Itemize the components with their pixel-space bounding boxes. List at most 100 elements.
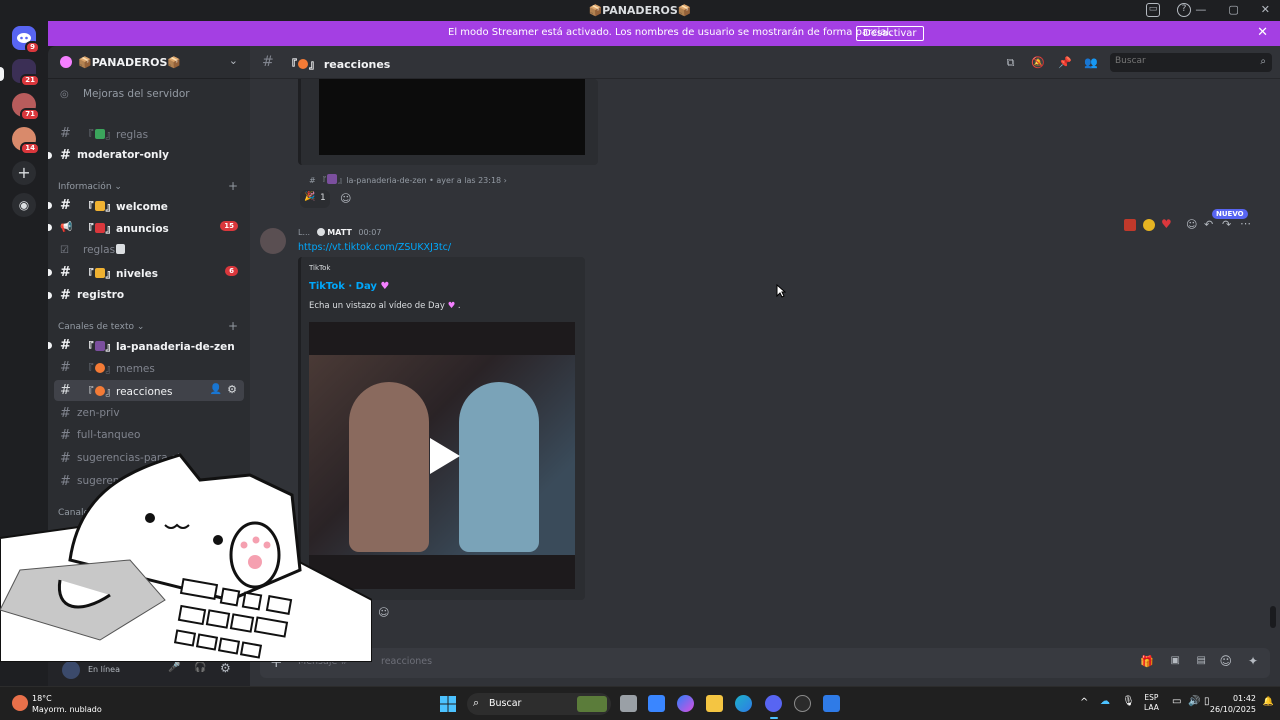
server-icon-panaderos[interactable]: 21	[12, 59, 40, 87]
avatar[interactable]	[62, 661, 80, 679]
headset-icon[interactable]: 🎧	[194, 662, 206, 673]
sticker-icon[interactable]: ▤	[1197, 655, 1206, 666]
server-boosts[interactable]: ◎ Mejoras del servidor	[54, 84, 244, 105]
category-informacion[interactable]: Información ⌄	[58, 182, 122, 192]
avatar[interactable]	[260, 228, 286, 254]
user-settings-gear-icon[interactable]: ⚙	[220, 661, 231, 675]
minimize-icon[interactable]: —	[1195, 3, 1206, 16]
home-discord-icon[interactable]: 9	[12, 26, 40, 54]
help-icon[interactable]: ?	[1177, 3, 1191, 17]
network-icon[interactable]: ▭	[1172, 696, 1181, 707]
apps-icon[interactable]: ✦	[1248, 654, 1258, 668]
hash-icon: #	[60, 383, 71, 398]
file-explorer-icon[interactable]	[706, 695, 723, 712]
battery-icon[interactable]: ▯	[1204, 696, 1210, 707]
channel-memes[interactable]: # 『』memes	[54, 357, 244, 378]
channel-reacciones[interactable]: # 『』reacciones 👤 ⚙	[54, 380, 244, 401]
more-icon[interactable]: ⋯	[1240, 217, 1251, 230]
server-header[interactable]: 📦PANADEROS📦 ⌄	[48, 46, 250, 79]
threads-icon[interactable]: ⧉	[1004, 56, 1017, 69]
chevron-up-icon[interactable]: ^	[1080, 697, 1088, 708]
weather-widget[interactable]: 18°C Mayorm. nublado	[32, 693, 102, 715]
message-author[interactable]: L... MATT 00:07	[298, 228, 381, 237]
add-channel-icon[interactable]: +	[228, 179, 238, 193]
hash-icon: #	[60, 126, 71, 141]
channel-full-tanqueo[interactable]: # full-tanqueo	[54, 425, 244, 446]
reaction-emoji-icon[interactable]	[1143, 219, 1155, 231]
user-status: En línea	[88, 665, 121, 674]
close-icon[interactable]: ✕	[1257, 25, 1268, 40]
add-reaction-icon[interactable]: ☺	[1186, 218, 1197, 231]
gif-icon[interactable]: ▣	[1171, 655, 1180, 666]
microphone-icon[interactable]: 🎙	[1122, 696, 1135, 707]
gift-icon[interactable]: 🎁	[1140, 655, 1154, 668]
onedrive-icon[interactable]: ☁	[1100, 696, 1110, 707]
reply-icon[interactable]: ↶	[1204, 218, 1213, 231]
add-reaction-icon[interactable]: ☺	[340, 192, 351, 205]
server-icon[interactable]: 71	[12, 93, 40, 121]
channel-reglas[interactable]: # 『』reglas	[54, 123, 244, 144]
search-input[interactable]	[1115, 56, 1245, 66]
search-box[interactable]: ⌕	[1110, 53, 1272, 72]
forwarded-source[interactable]: # 『』la-panaderia-de-zen • ayer a las 23:…	[309, 174, 507, 186]
notification-bell-icon[interactable]: 🔔	[1263, 697, 1274, 707]
inbox-icon[interactable]: ▭	[1146, 3, 1160, 17]
maximize-icon[interactable]: ▢	[1228, 3, 1238, 16]
close-window-icon[interactable]: ✕	[1261, 3, 1270, 16]
clock[interactable]: 01:42 26/10/2025	[1210, 693, 1256, 715]
channel-label: 『』welcome	[83, 201, 168, 213]
video-thumbnail[interactable]	[319, 79, 585, 155]
weather-icon[interactable]	[12, 695, 28, 711]
store-icon[interactable]	[648, 695, 665, 712]
reaction-emoji-icon[interactable]	[1124, 219, 1136, 231]
add-reaction-icon[interactable]: ☺	[378, 606, 389, 619]
pin-icon[interactable]: 📌	[1058, 56, 1072, 69]
reaction-pill[interactable]: 🎉 1	[300, 190, 330, 208]
server-icon[interactable]: 14	[12, 127, 40, 155]
invite-icon[interactable]: 👤	[210, 384, 222, 395]
copilot-icon[interactable]	[677, 695, 694, 712]
role-icon	[316, 228, 325, 236]
add-channel-icon[interactable]: +	[228, 319, 238, 333]
hash-icon: #	[60, 428, 71, 443]
explore-icon[interactable]: ◉	[12, 193, 36, 217]
scrollbar-thumb[interactable]	[1270, 606, 1276, 628]
channel-welcome[interactable]: # 『』welcome	[48, 195, 244, 216]
gear-icon[interactable]: ⚙	[227, 383, 237, 396]
members-icon[interactable]: 👥	[1084, 56, 1098, 69]
volume-icon[interactable]: 🔊	[1188, 696, 1200, 707]
emoji-icon[interactable]: ☺	[1219, 654, 1232, 668]
channel-anuncios[interactable]: 📢 『』anuncios 15	[48, 217, 244, 238]
deactivate-button[interactable]: Desactivar	[856, 26, 924, 41]
chevron-down-icon[interactable]: ⌄	[229, 54, 238, 67]
channel-zen-priv[interactable]: # zen-priv	[54, 403, 244, 424]
channel-niveles[interactable]: # 『』niveles 6	[48, 262, 244, 283]
play-icon[interactable]	[426, 436, 462, 476]
discord-icon[interactable]	[765, 695, 782, 712]
channel-moderator-only[interactable]: # moderator-only	[48, 145, 244, 166]
category-canales-de-texto[interactable]: Canales de texto ⌄	[58, 322, 144, 332]
microphone-icon[interactable]: 🎤	[168, 662, 180, 673]
windows-start-icon[interactable]	[440, 696, 456, 712]
embed-title[interactable]: TikTok · Day ♥	[309, 281, 389, 292]
mute-bell-icon[interactable]: 🔕	[1031, 56, 1045, 69]
channel-la-panaderia-de-zen[interactable]: # 『』la-panaderia-de-zen	[48, 335, 244, 356]
channel-reglas-rules[interactable]: ☑ reglas	[54, 240, 244, 261]
taskbar-search[interactable]: ⌕ Buscar	[467, 693, 611, 715]
message-link[interactable]: https://vt.tiktok.com/ZSUKXJ3tc/	[298, 242, 451, 253]
forward-icon[interactable]: ↷	[1222, 218, 1231, 231]
hash-icon: #	[60, 338, 71, 353]
app-icon[interactable]	[823, 695, 840, 712]
hash-icon: #	[60, 288, 71, 303]
task-view-icon[interactable]	[620, 695, 637, 712]
channel-registro[interactable]: # registro	[48, 285, 244, 306]
add-server-icon[interactable]: +	[12, 161, 36, 185]
chat-area: # 『』 reacciones ⧉ 🔕 📌 👥 ⌕ # 『』la-panader…	[250, 46, 1280, 686]
heart-icon[interactable]: ♥	[1161, 217, 1172, 231]
edge-icon[interactable]	[735, 695, 752, 712]
obs-icon[interactable]	[794, 695, 811, 712]
message-composer[interactable]: + reacciones 🎁 ▣ ▤ ☺ ✦	[260, 648, 1270, 678]
message-input[interactable]	[298, 656, 798, 667]
language-indicator[interactable]: ESP LAA	[1144, 693, 1159, 713]
server-name: 📦PANADEROS📦	[78, 56, 182, 69]
